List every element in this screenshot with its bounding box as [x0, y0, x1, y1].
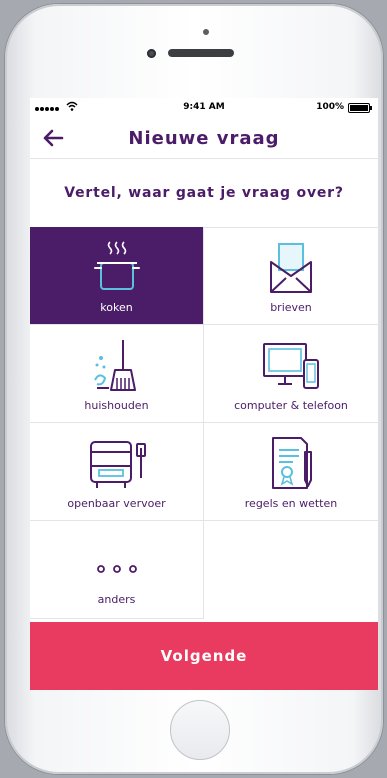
category-koken[interactable]: koken [30, 227, 204, 325]
category-anders[interactable]: anders [30, 521, 204, 619]
battery-icon [348, 103, 372, 113]
category-label: computer & telefoon [234, 399, 348, 412]
cooking-pot-icon [30, 237, 203, 299]
category-openbaar-vervoer[interactable]: openbaar vervoer [30, 423, 204, 521]
bus-icon [30, 433, 203, 495]
camera [203, 29, 209, 35]
phone-frame: 9:41 AM 100% Nieuwe vraag Vertel, waar g… [5, 4, 383, 774]
front-camera [147, 49, 156, 58]
empty-cell [204, 521, 378, 619]
category-label: koken [100, 301, 133, 314]
category-label: openbaar vervoer [67, 497, 166, 510]
category-label: brieven [270, 301, 312, 314]
category-computer-telefoon[interactable]: computer & telefoon [204, 325, 378, 423]
document-certificate-icon [204, 433, 378, 495]
category-brieven[interactable]: brieven [204, 227, 378, 325]
category-label: regels en wetten [244, 497, 338, 510]
computer-phone-icon [204, 335, 378, 397]
category-label: anders [97, 593, 136, 606]
category-regels-en-wetten[interactable]: regels en wetten [204, 423, 378, 521]
nav-bar: Nieuwe vraag [30, 118, 378, 159]
category-huishouden[interactable]: huishouden [30, 325, 204, 423]
category-label: huishouden [84, 399, 149, 412]
status-bar: 9:41 AM 100% [30, 98, 378, 118]
page-title: Nieuwe vraag [128, 128, 280, 149]
next-button[interactable]: Volgende [30, 622, 378, 690]
envelope-letter-icon [204, 237, 378, 299]
home-button[interactable] [170, 700, 230, 760]
broom-icon [30, 335, 203, 397]
more-dots-icon [30, 545, 203, 585]
question-heading: Vertel, waar gaat je vraag over? [30, 159, 378, 228]
screen: 9:41 AM 100% Nieuwe vraag Vertel, waar g… [30, 98, 378, 690]
battery-percent: 100% [316, 102, 344, 112]
earpiece-speaker [168, 49, 234, 57]
